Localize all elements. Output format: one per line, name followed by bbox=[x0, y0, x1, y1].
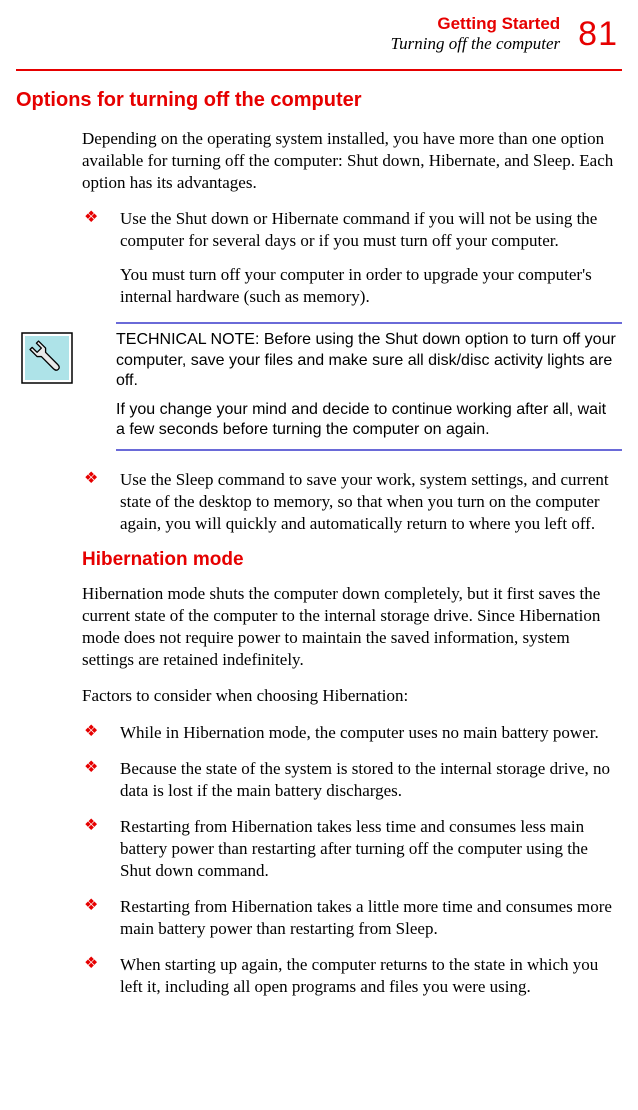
list-item-text: Restarting from Hibernation takes a litt… bbox=[120, 897, 612, 938]
list-item-subtext: You must turn off your computer in order… bbox=[120, 264, 618, 308]
hibernation-intro: Hibernation mode shuts the computer down… bbox=[82, 583, 618, 671]
list-item-text: While in Hibernation mode, the computer … bbox=[120, 723, 599, 742]
section-title: Turning off the computer bbox=[391, 34, 561, 54]
list-item: While in Hibernation mode, the computer … bbox=[82, 722, 618, 744]
bullet-list-1: Use the Shut down or Hibernate command i… bbox=[82, 208, 618, 308]
bullet-list-2: Use the Sleep command to save your work,… bbox=[82, 469, 618, 535]
list-item-text: Restarting from Hibernation takes less t… bbox=[120, 817, 588, 880]
hibernation-lead: Factors to consider when choosing Hibern… bbox=[82, 685, 618, 707]
header-rule bbox=[16, 69, 622, 71]
hibernation-bullet-list: While in Hibernation mode, the computer … bbox=[82, 722, 618, 999]
list-item-text: Use the Sleep command to save your work,… bbox=[120, 470, 609, 533]
note-rule-top bbox=[116, 322, 622, 324]
intro-paragraph: Depending on the operating system instal… bbox=[82, 128, 618, 194]
note-paragraph-2: If you change your mind and decide to co… bbox=[116, 400, 618, 441]
list-item-text: Because the state of the system is store… bbox=[120, 759, 610, 800]
list-item: When starting up again, the computer ret… bbox=[82, 954, 618, 998]
list-item: Restarting from Hibernation takes less t… bbox=[82, 816, 618, 882]
header-titles: Getting Started Turning off the computer bbox=[391, 14, 561, 55]
document-page: Getting Started Turning off the computer… bbox=[0, 0, 638, 998]
list-item: Restarting from Hibernation takes a litt… bbox=[82, 896, 618, 940]
wrench-icon bbox=[21, 332, 73, 384]
list-item: Because the state of the system is store… bbox=[82, 758, 618, 802]
heading-2: Hibernation mode bbox=[82, 549, 618, 571]
list-item: Use the Shut down or Hibernate command i… bbox=[82, 208, 618, 308]
list-item-text: Use the Shut down or Hibernate command i… bbox=[120, 209, 597, 250]
note-rule-bottom bbox=[116, 449, 622, 451]
list-item: Use the Sleep command to save your work,… bbox=[82, 469, 618, 535]
page-header: Getting Started Turning off the computer… bbox=[16, 14, 622, 55]
page-number: 81 bbox=[578, 15, 618, 54]
list-item-text: When starting up again, the computer ret… bbox=[120, 955, 598, 996]
note-body: TECHNICAL NOTE: Before using the Shut do… bbox=[116, 330, 618, 440]
heading-1: Options for turning off the computer bbox=[16, 89, 622, 112]
technical-note: TECHNICAL NOTE: Before using the Shut do… bbox=[16, 322, 622, 450]
chapter-title: Getting Started bbox=[391, 14, 561, 34]
note-paragraph-1: TECHNICAL NOTE: Before using the Shut do… bbox=[116, 330, 618, 391]
